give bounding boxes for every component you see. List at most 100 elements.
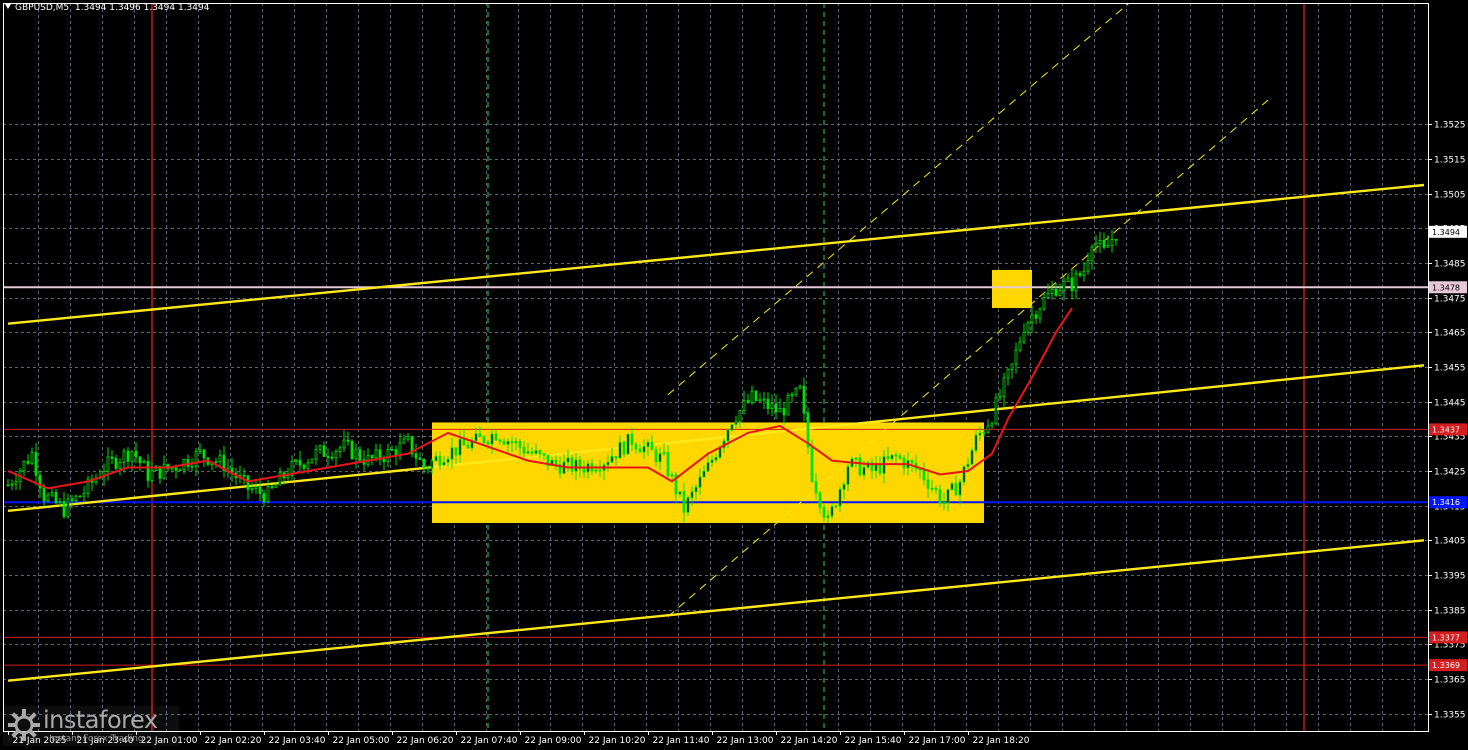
candle xyxy=(198,443,202,455)
candle-body xyxy=(106,456,110,472)
candle-body xyxy=(242,474,246,477)
candle-body xyxy=(694,486,698,493)
candle-body xyxy=(934,487,938,491)
candle-body xyxy=(478,433,482,438)
candle-body xyxy=(630,433,634,445)
candle xyxy=(766,392,770,415)
candle-body xyxy=(286,475,290,479)
candle xyxy=(1034,310,1038,324)
candle-body xyxy=(370,455,374,459)
candle xyxy=(50,487,54,498)
candle-body xyxy=(686,497,690,513)
candle-body xyxy=(1114,238,1118,241)
candle xyxy=(1094,235,1098,254)
candle xyxy=(994,393,998,426)
candle xyxy=(1090,244,1094,270)
candle xyxy=(350,439,354,460)
dropdown-triangle-icon[interactable] xyxy=(5,4,11,9)
channel-dashed-line xyxy=(667,99,1269,617)
candle xyxy=(238,465,242,484)
candle-body xyxy=(634,444,638,450)
candle xyxy=(202,449,206,468)
candle-body xyxy=(662,452,666,454)
candle-body xyxy=(510,440,514,444)
symbol-name: GBPUSD,M5 xyxy=(15,3,70,13)
candle-body xyxy=(274,484,278,488)
candle-body xyxy=(162,463,166,479)
time-tick-label: 22 Jan 05:00 xyxy=(333,736,390,746)
candle-body xyxy=(730,424,734,431)
candle-body xyxy=(514,441,518,444)
candle xyxy=(1058,283,1062,297)
price-level-tag: 1.3416 xyxy=(1432,498,1460,507)
candle-body xyxy=(802,385,806,414)
price-tick-label: 1.3465 xyxy=(1434,329,1466,339)
candle-body xyxy=(1090,246,1094,261)
candle xyxy=(46,492,50,503)
candle xyxy=(774,394,778,420)
candle xyxy=(1026,320,1030,336)
candle-body xyxy=(142,461,146,464)
candle-body xyxy=(122,450,126,463)
candle-body xyxy=(898,455,902,459)
candle-body xyxy=(1026,322,1030,333)
candle-body xyxy=(134,450,138,458)
candle xyxy=(626,433,630,455)
channel-trend-line xyxy=(7,183,1425,325)
price-level-tag: 1.3377 xyxy=(1432,633,1460,642)
candle-body xyxy=(46,494,50,502)
candle-body xyxy=(566,457,570,463)
candle xyxy=(1054,283,1058,297)
candle-body xyxy=(62,501,66,517)
candle xyxy=(990,421,994,429)
candle xyxy=(970,447,974,465)
candle-body xyxy=(486,442,490,445)
candle xyxy=(146,454,150,488)
time-tick-label: 22 Jan 07:40 xyxy=(461,736,518,746)
sideways-channel-box xyxy=(432,422,984,523)
price-level-tag: 1.3478 xyxy=(1432,283,1460,292)
candle-body xyxy=(482,436,486,443)
candle-body xyxy=(754,390,758,401)
candle xyxy=(1110,229,1114,253)
candle-body xyxy=(682,491,686,513)
candle-body xyxy=(970,450,974,465)
chart-canvas: 1.33551.33651.33751.33851.33951.34051.34… xyxy=(3,3,1467,746)
candle-body xyxy=(574,459,578,472)
candle xyxy=(134,442,138,464)
price-level-tags: 1.3478 1.3437 1.3416 1.3377 1.3369 1.3494 xyxy=(1429,225,1467,672)
candle-body xyxy=(950,483,954,490)
candle-body xyxy=(138,456,142,464)
candle-body xyxy=(406,436,410,440)
time-tick-label: 22 Jan 02:20 xyxy=(205,736,262,746)
candle-body xyxy=(690,491,694,499)
candle-body xyxy=(110,456,114,459)
candle-body xyxy=(6,484,10,487)
candle-body xyxy=(78,495,82,498)
candle-body xyxy=(942,502,946,505)
candle-body xyxy=(474,433,478,442)
candle xyxy=(1046,283,1050,299)
candle-body xyxy=(1042,297,1046,310)
candle-body xyxy=(530,451,534,454)
candle xyxy=(794,387,798,397)
candle-body xyxy=(886,456,890,460)
candle xyxy=(790,391,794,403)
candle-body xyxy=(214,461,218,464)
ohlc-values: 1.3494 1.3496 1.3494 1.3494 xyxy=(74,3,210,13)
candle xyxy=(338,445,342,458)
candle-body xyxy=(430,460,434,469)
candle-body xyxy=(778,408,782,413)
gbpusd-chart: 1.3355 1.3365 1.3375 1.3385 1.3395 1.3405 1.34… xyxy=(0,0,1468,750)
candle-body xyxy=(498,439,502,442)
symbol-info: GBPUSD,M5 1.3494 1.3496 1.3494 1.3494 xyxy=(5,3,209,13)
candle-body xyxy=(670,474,674,477)
instaforex-logo-icon xyxy=(8,709,40,741)
candle-body xyxy=(1062,281,1066,291)
candle xyxy=(1098,231,1102,253)
candle-body xyxy=(350,440,354,459)
candle-body xyxy=(746,400,750,403)
candle-body xyxy=(650,442,654,451)
candle xyxy=(1062,276,1066,301)
candle-body xyxy=(1086,260,1090,272)
